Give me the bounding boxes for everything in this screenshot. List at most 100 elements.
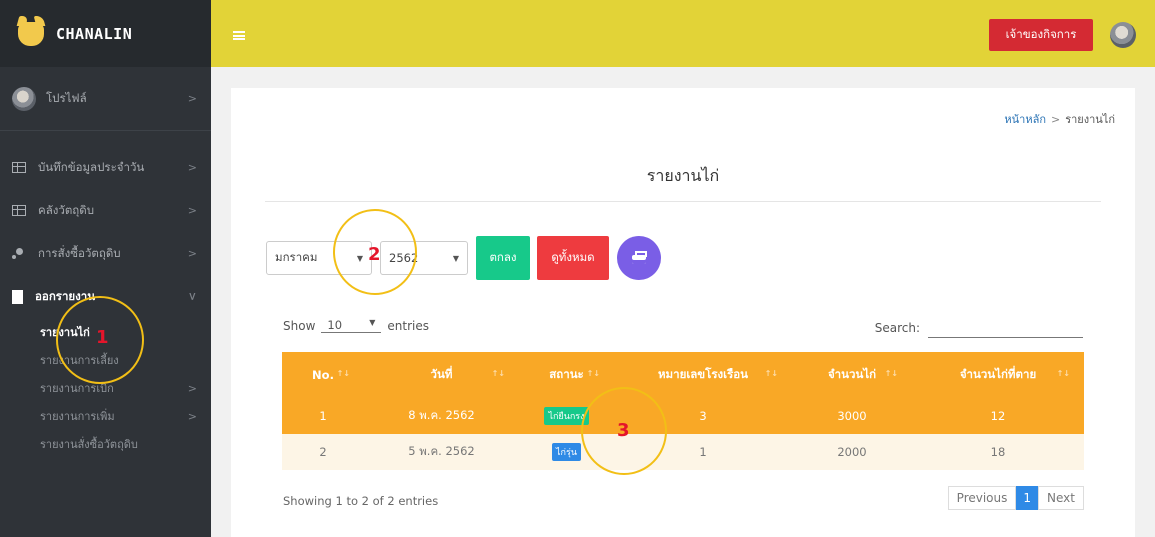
- document-icon: [12, 289, 23, 304]
- sort-icon: ↑↓: [586, 369, 600, 378]
- pagination: Previous 1 Next: [947, 486, 1084, 510]
- breadcrumb-current: รายงานไก่: [1065, 113, 1115, 126]
- column-header-no[interactable]: No. ↑↓: [282, 352, 364, 398]
- chevron-right-icon: >: [187, 92, 197, 105]
- sidebar-item-label: การสั่งซื้อวัตถุดิบ: [38, 245, 121, 260]
- column-header-label: สถานะ: [549, 367, 584, 381]
- next-page-button[interactable]: Next: [1038, 486, 1084, 510]
- show-label: Show: [283, 318, 316, 333]
- sidebar-subitem-label: รายงานการเพิ่ม: [40, 410, 115, 423]
- column-header-label: หมายเลขโรงเรือน: [657, 367, 749, 381]
- user-avatar[interactable]: [1110, 22, 1136, 48]
- sidebar-item-label: โปรไฟล์: [46, 90, 87, 105]
- breadcrumb: หน้าหลัก > รายงานไก่: [1004, 110, 1115, 128]
- breadcrumb-separator: >: [1050, 113, 1061, 126]
- column-header-dead[interactable]: จำนวนไก่ที่ตาย ↑↓: [912, 352, 1084, 398]
- caret-down-icon: ▼: [356, 253, 363, 263]
- sidebar-item-reports[interactable]: ออกรายงาน >: [0, 275, 211, 318]
- chevron-right-icon: >: [187, 409, 197, 423]
- chevron-right-icon: >: [187, 247, 197, 260]
- brand[interactable]: CHANALIN: [0, 0, 211, 67]
- column-header-label: จำนวนไก่ที่ตาย: [959, 367, 1037, 381]
- cat-logo-icon: [18, 21, 44, 46]
- cell-no: 1: [282, 398, 364, 434]
- page-length-control: Show 10 ▼ entries: [283, 318, 429, 333]
- sidebar-item-label: บันทึกข้อมูลประจำวัน: [38, 159, 145, 174]
- search-label: Search:: [874, 321, 920, 335]
- sidebar-subitem-label: รายงานไก่: [40, 326, 90, 339]
- cell-status: ไก่ยืนกรง: [519, 398, 614, 434]
- ok-button[interactable]: ตกลง: [476, 236, 530, 280]
- column-header-house[interactable]: หมายเลขโรงเรือน ↑↓: [614, 352, 792, 398]
- month-select[interactable]: มกราคม ▼: [266, 241, 372, 275]
- purchase-icon: [12, 248, 26, 259]
- chevron-down-icon: >: [185, 291, 199, 302]
- cell-status: ไก่รุ่น: [519, 434, 614, 470]
- page-length-value: 10: [327, 318, 343, 332]
- sidebar-item-inventory[interactable]: คลังวัตถุดิบ >: [0, 189, 211, 232]
- brand-name: CHANALIN: [56, 24, 133, 43]
- page-length-select[interactable]: 10 ▼: [321, 318, 382, 333]
- cell-date: 5 พ.ค. 2562: [364, 434, 519, 470]
- chevron-right-icon: >: [187, 381, 197, 395]
- sidebar: CHANALIN โปรไฟล์ > บันทึกข้อมูลประจำวัน …: [0, 0, 211, 537]
- column-header-label: จำนวนไก่: [827, 367, 877, 381]
- search-input[interactable]: [928, 318, 1083, 338]
- cell-dead: 18: [912, 434, 1084, 470]
- sidebar-item-label: ออกรายงาน: [35, 288, 96, 303]
- report-filters: มกราคม ▼ 2562 ▼ ตกลง ดูทั้งหมด: [266, 236, 661, 280]
- sidebar-subitem-add-report[interactable]: รายงานการเพิ่ม >: [0, 402, 211, 430]
- column-header-count[interactable]: จำนวนไก่ ↑↓: [792, 352, 912, 398]
- column-header-date[interactable]: วันที่ ↑↓: [364, 352, 519, 398]
- sort-icon: ↑↓: [764, 369, 778, 378]
- sort-icon: ↑↓: [1056, 369, 1070, 378]
- previous-page-button[interactable]: Previous: [947, 486, 1017, 510]
- sidebar-subitem-label: รายงานการเลี้ยง: [40, 354, 119, 367]
- page-title: รายงานไก่: [646, 166, 720, 185]
- divider: [265, 201, 1101, 202]
- content-card: หน้าหลัก > รายงานไก่ รายงานไก่ มกราคม ▼ 25…: [231, 88, 1135, 537]
- breadcrumb-home-link[interactable]: หน้าหลัก: [1004, 113, 1046, 126]
- print-button[interactable]: [617, 236, 661, 280]
- month-select-value: มกราคม: [275, 250, 318, 264]
- top-header: เจ้าของกิจการ: [211, 0, 1155, 67]
- sidebar-subitem-withdraw-report[interactable]: รายงานการเบิก >: [0, 374, 211, 402]
- cell-no: 2: [282, 434, 364, 470]
- sidebar-item-purchase[interactable]: การสั่งซื้อวัตถุดิบ >: [0, 232, 211, 275]
- annotation-number-2: 2: [368, 244, 381, 265]
- year-select[interactable]: 2562 ▼: [380, 241, 468, 275]
- table-row[interactable]: 2 5 พ.ค. 2562 ไก่รุ่น 1 2000 18: [282, 434, 1084, 470]
- table-header-row: No. ↑↓ วันที่ ↑↓ สถานะ ↑↓ หมายเลขโรงเรือน ↑↓…: [282, 352, 1084, 398]
- year-select-value: 2562: [389, 251, 419, 265]
- sort-icon: ↑↓: [336, 369, 350, 378]
- annotation-number-3: 3: [617, 420, 630, 441]
- view-all-button[interactable]: ดูทั้งหมด: [537, 236, 609, 280]
- sidebar-item-label: คลังวัตถุดิบ: [38, 202, 95, 217]
- chicken-report-table: No. ↑↓ วันที่ ↑↓ สถานะ ↑↓ หมายเลขโรงเรือน ↑↓…: [282, 352, 1084, 470]
- column-header-status[interactable]: สถานะ ↑↓: [519, 352, 614, 398]
- table-info: Showing 1 to 2 of 2 entries: [283, 494, 439, 508]
- column-header-label: วันที่: [430, 367, 453, 381]
- cell-count: 3000: [792, 398, 912, 434]
- table-row[interactable]: 1 8 พ.ค. 2562 ไก่ยืนกรง 3 3000 12: [282, 398, 1084, 434]
- caret-down-icon: ▼: [369, 318, 376, 327]
- caret-down-icon: ▼: [452, 253, 459, 263]
- cell-date: 8 พ.ค. 2562: [364, 398, 519, 434]
- chevron-right-icon: >: [187, 204, 197, 217]
- status-badge: ไก่ยืนกรง: [544, 407, 589, 425]
- sidebar-item-profile[interactable]: โปรไฟล์ >: [0, 67, 211, 131]
- sidebar-subitem-raising-report[interactable]: รายงานการเลี้ยง: [0, 346, 211, 374]
- printer-icon: [632, 251, 647, 264]
- column-header-label: No.: [312, 368, 334, 382]
- sidebar-subitem-purchase-report[interactable]: รายงานสั่งซื้อวัตถุดิบ: [0, 430, 211, 458]
- owner-button[interactable]: เจ้าของกิจการ: [989, 19, 1093, 51]
- current-page-button[interactable]: 1: [1016, 486, 1039, 510]
- cell-dead: 12: [912, 398, 1084, 434]
- cell-house: 1: [614, 434, 792, 470]
- avatar: [12, 86, 36, 111]
- cell-count: 2000: [792, 434, 912, 470]
- menu-toggle-icon[interactable]: [233, 31, 245, 40]
- annotation-number-1: 1: [96, 327, 109, 348]
- sidebar-item-daily-record[interactable]: บันทึกข้อมูลประจำวัน >: [0, 146, 211, 189]
- cell-house: 3: [614, 398, 792, 434]
